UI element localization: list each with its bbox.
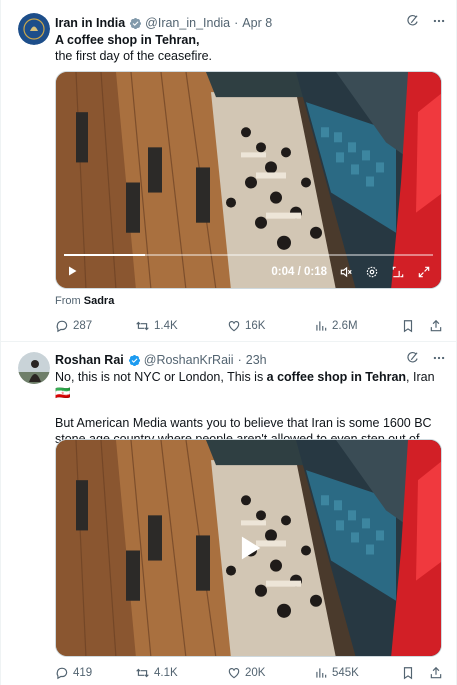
settings-icon[interactable] [365,265,379,279]
reply-icon [56,667,68,680]
timeline: Iran in India @Iran_in_India · Apr 8 A c… [0,0,457,685]
reply-icon [56,320,68,333]
views-button[interactable]: 545K [314,666,401,680]
views-count: 2.6M [332,320,358,332]
from-name[interactable]: Sadra [84,295,115,307]
like-icon [228,668,240,679]
views-icon [316,321,327,331]
avatar[interactable] [18,352,50,384]
repost-icon [136,321,149,331]
share-icon [430,666,442,679]
author-handle[interactable]: @Iran_in_India [145,16,230,30]
views-count: 545K [332,667,359,679]
video-progress-bar[interactable] [64,254,433,256]
tweet-text-pre: No, this is not NYC or London, This is [55,370,267,384]
verified-icon [128,354,141,367]
video-time: 0:04 / 0:18 [271,266,327,278]
bookmark-icon [403,320,413,333]
volume-icon[interactable] [339,265,353,279]
header-actions [406,14,446,31]
tweet-header: Roshan Rai @RoshanKrRaii · 23h [55,351,446,369]
share-button[interactable] [429,666,443,680]
tweet[interactable]: Roshan Rai @RoshanKrRaii · 23h No, this … [1,342,456,685]
from-label: From [55,295,81,307]
play-icon[interactable] [232,531,266,565]
author-name[interactable]: Roshan Rai [55,353,124,367]
bookmark-icon [403,667,413,680]
tweet-text-bold: A coffee shop in Tehran, [55,33,200,47]
video-player[interactable]: 0:04 / 0:18 [55,71,442,289]
reply-button[interactable]: 419 [55,666,135,680]
more-icon[interactable] [432,351,446,368]
share-icon [430,319,442,332]
grok-icon[interactable] [406,14,420,31]
video-source: From Sadra [55,295,114,307]
author-name[interactable]: Iran in India [55,16,125,30]
tweet-actions: 287 1.4K 16K 2.6M [55,318,443,334]
separator-dot: · [237,353,242,367]
avatar[interactable] [18,13,50,45]
play-icon[interactable] [66,265,78,280]
like-button[interactable]: 16K [227,319,314,333]
views-button[interactable]: 2.6M [314,319,401,333]
bookmark-button[interactable] [401,666,415,680]
repost-button[interactable]: 4.1K [135,666,227,680]
tweet-actions: 419 4.1K 20K 545K [55,665,443,681]
pip-icon[interactable] [391,265,405,279]
fullscreen-icon[interactable] [417,265,431,279]
reply-count: 419 [73,667,93,679]
tweet-text-line: the first day of the ceasefire. [55,49,213,63]
tweet-text-bold: a coffee shop in Tehran [266,370,407,384]
flag-emoji: 🇮🇷 [55,386,71,400]
tweet[interactable]: Iran in India @Iran_in_India · Apr 8 A c… [1,0,456,342]
like-button[interactable]: 20K [227,666,314,680]
bookmark-button[interactable] [401,319,415,333]
verified-icon [129,17,142,30]
repost-count: 4.1K [154,667,178,679]
like-count: 16K [245,320,266,332]
views-icon [316,668,327,678]
tweet-text: A coffee shop in Tehran, the first day o… [55,32,444,64]
video-controls: 0:04 / 0:18 [56,248,441,288]
like-count: 20K [245,667,266,679]
author-handle[interactable]: @RoshanKrRaii [144,353,234,367]
grok-icon[interactable] [406,351,420,368]
timestamp[interactable]: Apr 8 [242,16,272,30]
timestamp[interactable]: 23h [246,353,267,367]
reply-count: 287 [73,320,93,332]
like-icon [228,321,240,332]
more-icon[interactable] [432,14,446,31]
video-player[interactable] [55,439,442,657]
tweet-header: Iran in India @Iran_in_India · Apr 8 [55,14,446,32]
repost-icon [136,668,149,678]
repost-button[interactable]: 1.4K [135,319,227,333]
repost-count: 1.4K [154,320,178,332]
share-button[interactable] [429,319,443,333]
reply-button[interactable]: 287 [55,319,135,333]
header-actions [406,351,446,368]
tweet-text-post: , Iran [406,370,435,384]
separator-dot: · [234,16,239,30]
